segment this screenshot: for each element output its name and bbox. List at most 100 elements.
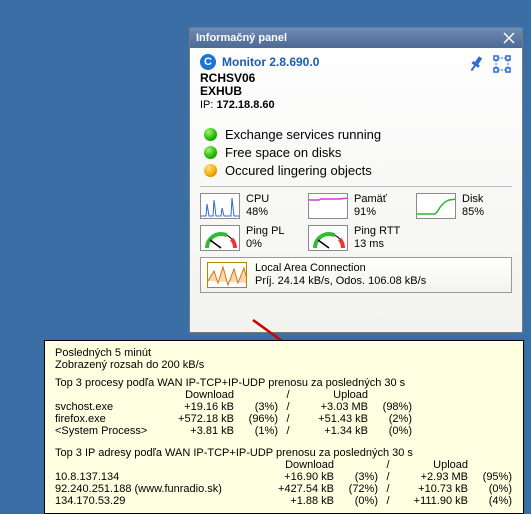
proc-ulp: (98%) <box>372 401 412 413</box>
gauge-rtt-icon <box>308 225 348 251</box>
proc-dl: +572.18 kB <box>164 413 234 425</box>
ip-sep: / <box>382 483 394 495</box>
metric-ping-pl[interactable]: Ping PL 0% <box>200 225 296 251</box>
metric-name: Pamäť <box>354 193 387 206</box>
col-sep: / <box>282 389 294 401</box>
ip-ulp: (95%) <box>472 471 512 483</box>
status-text: Occured lingering objects <box>225 163 372 178</box>
col-upload: Upload <box>298 389 368 401</box>
metrics-row: CPU 48% Pamäť 91% Disk 85% <box>200 193 512 219</box>
proc-dl: +3.81 kB <box>164 425 234 437</box>
proc-row: svchost.exe +19.16 kB (3%) / +3.03 MB (98%) <box>55 401 513 413</box>
metric-value: 91% <box>354 206 387 219</box>
status-dot-icon <box>204 128 217 141</box>
network-tooltip: Posledných 5 minút Zobrazený rozsah do 2… <box>44 340 524 514</box>
ip-row: 10.8.137.134 +16.90 kB (3%) / +2.93 MB (95%) <box>55 471 513 483</box>
proc-ulp: (2%) <box>372 413 412 425</box>
metric-cpu[interactable]: CPU 48% <box>200 193 296 219</box>
ip-ulp: (4%) <box>472 495 512 507</box>
ip-value: 172.18.8.60 <box>217 99 275 111</box>
proc-name: firefox.exe <box>55 413 160 425</box>
status-text: Free space on disks <box>225 145 341 160</box>
gauge-pl-icon <box>200 225 240 251</box>
status-row: Free space on disks <box>204 145 512 160</box>
ip-name: 10.8.137.134 <box>55 471 260 483</box>
spark-net-icon <box>207 262 247 288</box>
proc-dlp: (1%) <box>238 425 278 437</box>
proc-ulp: (0%) <box>372 425 412 437</box>
metric-memory[interactable]: Pamäť 91% <box>308 193 404 219</box>
metric-ping-rtt[interactable]: Ping RTT 13 ms <box>308 225 404 251</box>
panel-body: C Monitor 2.8.690.0 RCHSV06 EXHUB IP: 17… <box>190 48 522 297</box>
sub-host-name: EXHUB <box>200 84 512 98</box>
metric-value: 13 ms <box>354 238 400 251</box>
proc-row: firefox.exe +572.18 kB (96%) / +51.43 kB (2%) <box>55 413 513 425</box>
proc-ul: +51.43 kB <box>298 413 368 425</box>
tooltip-line2: Zobrazený rozsah do 200 kB/s <box>55 359 513 371</box>
tooltip-ip-header: Top 3 IP adresy podľa WAN IP-TCP+IP-UDP … <box>55 447 513 459</box>
tooltip-proc-header: Top 3 procesy podľa WAN IP-TCP+IP-UDP pr… <box>55 377 513 389</box>
network-row[interactable]: Local Area Connection Príj. 24.14 kB/s, … <box>200 257 512 293</box>
metric-value: 0% <box>246 238 285 251</box>
app-name: Monitor 2.8.690.0 <box>222 55 319 69</box>
ip-ul: +2.93 MB <box>398 471 468 483</box>
proc-header-row: Download / Upload <box>55 389 513 401</box>
metric-name: Disk <box>462 193 484 206</box>
net-rates: Príj. 24.14 kB/s, Odos. 106.08 kB/s <box>255 275 426 288</box>
metric-disk[interactable]: Disk 85% <box>416 193 512 219</box>
ip-dlp: (3%) <box>338 471 378 483</box>
col-upload: Upload <box>398 459 468 471</box>
metric-name: Ping RTT <box>354 225 400 238</box>
col-sep: / <box>382 459 394 471</box>
panel-title: Informačný panel <box>196 32 287 44</box>
status-row: Exchange services running <box>204 127 512 142</box>
proc-sep: / <box>282 413 294 425</box>
ip-sep: / <box>382 471 394 483</box>
proc-ul: +3.03 MB <box>298 401 368 413</box>
arrange-icon[interactable] <box>492 54 512 74</box>
proc-ul: +1.34 kB <box>298 425 368 437</box>
status-dot-icon <box>204 146 217 159</box>
proc-row: <System Process> +3.81 kB (1%) / +1.34 kB (0%… <box>55 425 513 437</box>
proc-dl: +19.16 kB <box>164 401 234 413</box>
proc-sep: / <box>282 401 294 413</box>
status-dot-icon <box>204 164 217 177</box>
ip-ul: +111.90 kB <box>398 495 468 507</box>
ip-row: 92.240.251.188 (www.funradio.sk)+427.54 … <box>55 483 513 495</box>
metric-name: CPU <box>246 193 269 206</box>
ip-name: 134.170.53.29 <box>55 495 260 507</box>
net-name: Local Area Connection <box>255 262 426 275</box>
proc-name: svchost.exe <box>55 401 160 413</box>
col-download: Download <box>164 389 234 401</box>
ip-dl: +427.54 kB <box>264 483 334 495</box>
status-text: Exchange services running <box>225 127 381 142</box>
tooltip-line1: Posledných 5 minút <box>55 347 513 359</box>
ip-dl: +16.90 kB <box>264 471 334 483</box>
proc-name: <System Process> <box>55 425 160 437</box>
status-row: Occured lingering objects <box>204 163 512 178</box>
ip-row: 134.170.53.29 +1.88 kB (0%) / +111.90 kB (4%) <box>55 495 513 507</box>
ip-dl: +1.88 kB <box>264 495 334 507</box>
proc-dlp: (3%) <box>238 401 278 413</box>
ip-dlp: (0%) <box>338 495 378 507</box>
metric-value: 48% <box>246 206 269 219</box>
spark-mem-icon <box>308 193 348 219</box>
status-block: Exchange services running Free space on … <box>204 127 512 178</box>
col-download: Download <box>264 459 334 471</box>
spark-cpu-icon <box>200 193 240 219</box>
ip-label: IP: <box>200 99 213 111</box>
proc-dlp: (96%) <box>238 413 278 425</box>
ip-ul: +10.73 kB <box>398 483 468 495</box>
ip-sep: / <box>382 495 394 507</box>
info-panel: Informačný panel C Monitor 2.8.690.0 RCH… <box>189 27 523 333</box>
ip-header-row: Download / Upload <box>55 459 513 471</box>
ip-ulp: (0%) <box>472 483 512 495</box>
metrics-row-2: Ping PL 0% Ping RTT 13 ms xx <box>200 225 512 251</box>
close-icon[interactable] <box>502 31 516 45</box>
pin-icon[interactable] <box>466 54 486 74</box>
ip-dlp: (72%) <box>338 483 378 495</box>
metric-name: Ping PL <box>246 225 285 238</box>
panel-titlebar[interactable]: Informačný panel <box>190 28 522 48</box>
proc-sep: / <box>282 425 294 437</box>
spark-disk-icon <box>416 193 456 219</box>
